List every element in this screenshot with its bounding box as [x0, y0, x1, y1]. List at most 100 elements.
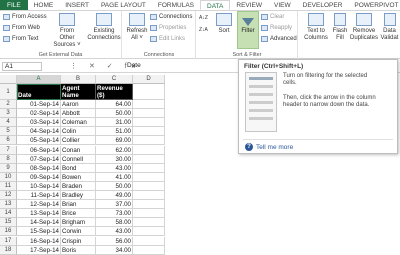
table-cell[interactable]: 41.00 [96, 172, 133, 182]
table-cell[interactable]: Bowen [61, 172, 96, 182]
row-header[interactable]: 16 [0, 227, 17, 237]
tab-developer[interactable]: DEVELOPER [297, 0, 349, 10]
row-header[interactable]: 3 [0, 109, 17, 119]
header-cell[interactable]: Revenue ($) [96, 84, 133, 100]
tab-page-layout[interactable]: PAGE LAYOUT [95, 0, 152, 10]
advanced-button[interactable]: Advanced [261, 36, 297, 42]
row-header[interactable]: 9 [0, 163, 17, 173]
row-header[interactable]: 13 [0, 200, 17, 210]
flash-fill-button[interactable]: Flash Fill [332, 13, 348, 42]
connections-button[interactable]: Connections [150, 14, 192, 20]
filter-button[interactable]: Filter [237, 11, 259, 49]
table-cell[interactable]: 64.00 [96, 100, 133, 110]
table-cell[interactable] [133, 100, 165, 110]
table-cell[interactable]: Coleman [61, 118, 96, 128]
column-header-c[interactable]: C [96, 75, 133, 84]
from-web-button[interactable]: From Web [3, 25, 40, 31]
tab-insert[interactable]: INSERT [59, 0, 95, 10]
header-cell[interactable]: Agent Name [61, 84, 96, 100]
edit-links-button[interactable]: Edit Links [150, 36, 185, 42]
properties-button[interactable]: Properties [150, 25, 186, 31]
table-cell[interactable]: 08-Sep-14 [17, 163, 61, 173]
table-cell[interactable] [133, 209, 165, 219]
table-cell[interactable] [133, 245, 165, 255]
table-cell[interactable]: 07-Sep-14 [17, 154, 61, 164]
table-cell[interactable]: 50.00 [96, 109, 133, 119]
table-cell[interactable]: 31.00 [96, 118, 133, 128]
table-cell[interactable]: 51.00 [96, 127, 133, 137]
table-cell[interactable]: 12-Sep-14 [17, 200, 61, 210]
table-cell[interactable]: Bond [61, 163, 96, 173]
data-validation-button[interactable]: Data Validat [379, 13, 400, 42]
refresh-all-button[interactable]: Refresh All ˅ [126, 13, 148, 42]
table-cell[interactable]: Conan [61, 145, 96, 155]
table-cell[interactable]: 58.00 [96, 218, 133, 228]
from-access-button[interactable]: From Access [3, 14, 47, 20]
column-header-a[interactable]: A [17, 75, 61, 84]
text-to-columns-button[interactable]: Text to Columns [301, 13, 331, 42]
formula-input[interactable]: Date [127, 62, 141, 69]
table-cell[interactable]: 11-Sep-14 [17, 191, 61, 201]
table-cell[interactable]: 02-Sep-14 [17, 109, 61, 119]
table-cell[interactable]: 43.00 [96, 227, 133, 237]
tab-powerpivot[interactable]: POWERPIVOT [348, 0, 400, 10]
header-cell[interactable]: Date [17, 84, 61, 100]
table-cell[interactable]: 15-Sep-14 [17, 227, 61, 237]
table-cell[interactable] [133, 200, 165, 210]
table-cell[interactable] [133, 191, 165, 201]
table-cell[interactable] [133, 118, 165, 128]
table-cell[interactable] [133, 172, 165, 182]
table-cell[interactable]: 50.00 [96, 181, 133, 191]
row-header[interactable]: 7 [0, 145, 17, 155]
column-header-d[interactable]: D [133, 75, 165, 84]
sort-za-button[interactable]: Z↓A [199, 27, 208, 33]
table-cell[interactable]: 62.00 [96, 145, 133, 155]
tab-formulas[interactable]: FORMULAS [152, 0, 200, 10]
row-header[interactable]: 18 [0, 245, 17, 255]
table-cell[interactable]: 16-Sep-14 [17, 236, 61, 246]
table-cell[interactable] [133, 84, 165, 100]
from-text-button[interactable]: From Text [3, 36, 39, 42]
table-cell[interactable]: Bradley [61, 191, 96, 201]
column-header-b[interactable]: B [61, 75, 96, 84]
table-cell[interactable] [133, 218, 165, 228]
table-cell[interactable] [133, 236, 165, 246]
table-cell[interactable]: Corwin [61, 227, 96, 237]
remove-duplicates-button[interactable]: Remove Duplicates [350, 13, 378, 42]
row-header[interactable]: 10 [0, 172, 17, 182]
table-cell[interactable]: 34.00 [96, 245, 133, 255]
existing-connections-button[interactable]: Existing Connections [87, 13, 121, 42]
tab-view[interactable]: VIEW [268, 0, 297, 10]
tab-home[interactable]: HOME [28, 0, 60, 10]
tab-review[interactable]: REVIEW [230, 0, 268, 10]
table-cell[interactable]: 06-Sep-14 [17, 145, 61, 155]
table-cell[interactable]: Brigham [61, 218, 96, 228]
row-header[interactable]: 11 [0, 181, 17, 191]
table-cell[interactable]: 05-Sep-14 [17, 136, 61, 146]
table-cell[interactable]: 13-Sep-14 [17, 209, 61, 219]
row-header[interactable]: 1 [0, 84, 17, 100]
table-cell[interactable] [133, 136, 165, 146]
tell-me-more-link[interactable]: ? Tell me more [245, 143, 293, 151]
table-cell[interactable]: Brice [61, 209, 96, 219]
table-cell[interactable]: 10-Sep-14 [17, 181, 61, 191]
table-cell[interactable]: 17-Sep-14 [17, 245, 61, 255]
table-cell[interactable]: Aaron [61, 100, 96, 110]
row-header[interactable]: 6 [0, 136, 17, 146]
row-header[interactable]: 5 [0, 127, 17, 137]
row-header[interactable]: 8 [0, 154, 17, 164]
table-cell[interactable] [133, 109, 165, 119]
table-cell[interactable]: 14-Sep-14 [17, 218, 61, 228]
table-cell[interactable]: 49.00 [96, 191, 133, 201]
table-cell[interactable]: Brian [61, 200, 96, 210]
table-cell[interactable] [133, 145, 165, 155]
sort-az-button[interactable]: A↓Z [199, 15, 208, 21]
table-cell[interactable]: 56.00 [96, 236, 133, 246]
table-cell[interactable]: 43.00 [96, 163, 133, 173]
table-cell[interactable]: Crispin [61, 236, 96, 246]
table-cell[interactable] [133, 154, 165, 164]
table-cell[interactable]: 09-Sep-14 [17, 172, 61, 182]
table-cell[interactable]: 30.00 [96, 154, 133, 164]
name-box[interactable]: A1 [2, 62, 42, 71]
row-header[interactable]: 17 [0, 236, 17, 246]
